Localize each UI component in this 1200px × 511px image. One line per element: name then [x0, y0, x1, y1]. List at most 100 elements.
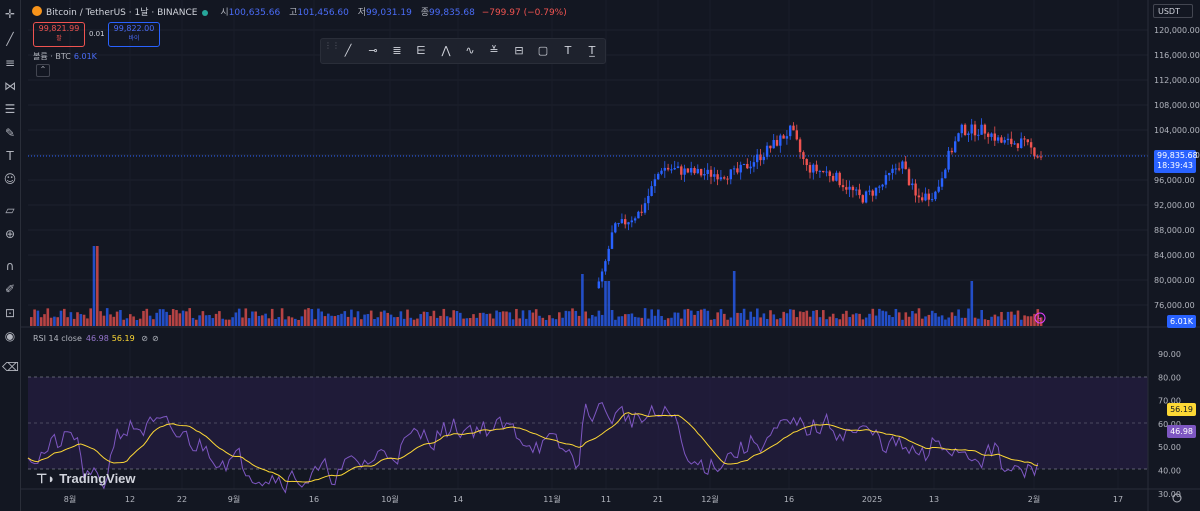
text-note-icon[interactable]: T̲ — [584, 43, 600, 59]
price-axis-label: 80,000.00 — [1154, 276, 1195, 285]
volume-bar — [267, 318, 271, 326]
volume-bar — [1006, 311, 1010, 326]
volume-bar — [201, 311, 205, 326]
volume-bar — [165, 311, 168, 326]
sell-button[interactable]: 99,821.99 팔 — [33, 22, 85, 47]
volume-bar — [422, 311, 426, 326]
volume-bar — [888, 315, 891, 326]
volume-bar — [1003, 319, 1007, 326]
pattern-icon[interactable]: ⋀ — [438, 43, 454, 59]
candle-body — [1010, 138, 1013, 145]
volume-bar — [482, 312, 485, 326]
collapse-legend-button[interactable]: ⌃ — [36, 64, 50, 77]
candle-body — [673, 167, 676, 170]
volume-bar — [815, 310, 818, 326]
volume-bar — [261, 315, 264, 326]
rsi-axis-label: 40.00 — [1158, 467, 1181, 476]
volume-bar — [567, 311, 571, 326]
hide-icon[interactable]: ⊘ — [141, 334, 148, 343]
volume-bar — [686, 308, 690, 326]
volume-bar — [181, 310, 185, 326]
volume-bar — [313, 319, 317, 326]
volume-bar — [703, 308, 706, 326]
ray-icon[interactable]: ╱ — [340, 43, 356, 59]
volume-bar — [72, 318, 76, 326]
buy-button[interactable]: 99,822.00 바이 — [108, 22, 160, 47]
candle-body — [805, 159, 808, 166]
volume-bar — [841, 313, 845, 326]
volume-bar — [940, 315, 944, 326]
volume-bar — [934, 313, 937, 326]
volume-bar — [739, 313, 743, 326]
price-chart[interactable]: 120,000.00 116,000.00 112,000.00 108,000.00… — [0, 0, 1200, 511]
low-label: 저 — [357, 8, 367, 18]
volume-bar — [604, 281, 607, 326]
text-tool-icon[interactable]: T — [560, 43, 576, 59]
volume-bar — [874, 315, 878, 326]
volume-bar — [79, 314, 83, 326]
elliott-icon[interactable]: ∿ — [462, 43, 478, 59]
candle-body — [980, 124, 983, 135]
volume-bar — [716, 312, 719, 326]
candle-body — [874, 187, 878, 196]
remove-icon[interactable]: ⊘ — [152, 334, 159, 343]
bitcoin-logo-icon — [32, 6, 42, 16]
range-icon[interactable]: ⊟ — [511, 43, 527, 59]
volume-bar — [465, 318, 469, 326]
volume-bar — [221, 318, 224, 326]
volume-bar — [445, 316, 449, 326]
price-axis-label: 96,000.00 — [1154, 176, 1195, 185]
candle-body — [901, 161, 904, 169]
volume-bar — [729, 317, 733, 326]
volume-bar — [33, 309, 36, 326]
volume-bar — [993, 314, 997, 326]
candle-body — [983, 124, 987, 134]
volume-legend[interactable]: 볼륨 · BTC 6.01K — [33, 51, 97, 62]
regression-icon[interactable]: ⋿ — [413, 43, 429, 59]
drag-handle-icon[interactable]: ⋮⋮ — [324, 42, 340, 59]
candle-body — [957, 133, 960, 142]
volume-bar — [660, 316, 663, 326]
candle-body — [884, 175, 888, 185]
currency-selector[interactable]: USDT — [1153, 4, 1193, 18]
candle-body — [977, 134, 980, 136]
volume-bar — [171, 309, 175, 326]
candle-body — [812, 164, 815, 173]
volume-bar — [485, 313, 488, 326]
volume-bar — [762, 313, 766, 326]
volume-bar — [1000, 311, 1003, 326]
volume-bar — [495, 310, 498, 326]
change-value: −799.97 (−0.79%) — [481, 8, 567, 18]
volume-bar — [633, 316, 637, 326]
volume-bar — [709, 319, 713, 326]
volume-bar — [779, 318, 782, 326]
volume-bar — [676, 312, 680, 326]
volume-bar — [148, 315, 152, 326]
volume-bar — [713, 319, 716, 326]
horizontal-ray-icon[interactable]: ⊸ — [365, 43, 381, 59]
symbol-title[interactable]: Bitcoin / TetherUS · 1날 · BINANCE — [46, 8, 198, 18]
volume-bar — [188, 308, 191, 326]
volume-bar — [591, 314, 594, 326]
volume-bar — [1029, 316, 1033, 326]
candle-body — [815, 164, 818, 172]
volume-bar — [455, 310, 459, 326]
projection-icon[interactable]: ≚ — [486, 43, 502, 59]
volume-bar — [838, 319, 842, 326]
candle-body — [1036, 156, 1039, 158]
rsi-legend[interactable]: RSI 14 close 46.98 56.19 ⊘ ⊘ — [33, 334, 159, 343]
volume-bar — [643, 308, 647, 326]
parallel-channel-icon[interactable]: ≣ — [389, 43, 405, 59]
candle-body — [1026, 139, 1029, 143]
candle-body — [726, 178, 729, 180]
candle-body — [680, 166, 683, 175]
rectangle-icon[interactable]: ▢ — [535, 43, 551, 59]
volume-bar — [911, 311, 914, 326]
candle-body — [993, 133, 996, 141]
volume-bar — [327, 313, 330, 326]
volume-bar — [115, 311, 119, 326]
candle-body — [637, 211, 640, 219]
volume-bar — [600, 314, 604, 326]
volume-bar — [119, 310, 122, 326]
volume-bar — [376, 317, 380, 326]
